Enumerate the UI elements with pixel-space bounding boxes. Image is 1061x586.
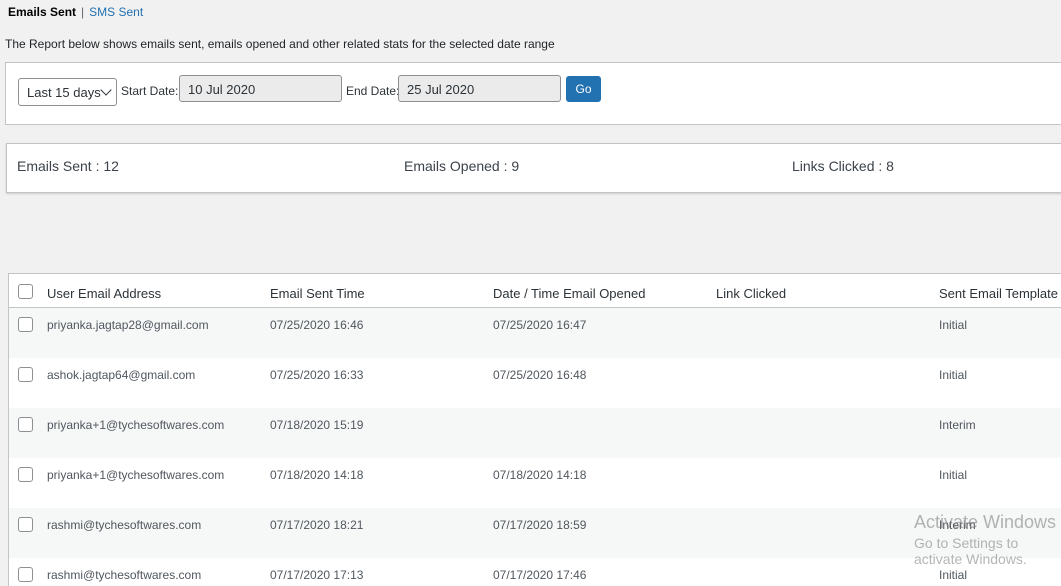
table-row: priyanka.jagtap28@gmail.com 07/25/2020 1… — [9, 308, 1061, 358]
table-row: rashmi@tychesoftwares.com 07/17/2020 17:… — [9, 558, 1061, 586]
row-checkbox[interactable] — [18, 567, 33, 582]
subnav-emails-sent[interactable]: Emails Sent — [8, 5, 76, 19]
date-range-selected: Last 15 days — [27, 85, 101, 100]
column-header-link-clicked[interactable]: Link Clicked — [716, 286, 786, 301]
cell-email: rashmi@tychesoftwares.com — [47, 518, 202, 532]
start-date-label: Start Date: — [121, 84, 179, 98]
row-checkbox[interactable] — [18, 317, 33, 332]
row-checkbox[interactable] — [18, 367, 33, 382]
stat-links-clicked: Links Clicked : 8 — [792, 158, 894, 174]
table-row: priyanka+1@tychesoftwares.com 07/18/2020… — [9, 458, 1061, 508]
end-date-input[interactable]: 25 Jul 2020 — [398, 75, 561, 102]
row-checkbox[interactable] — [18, 517, 33, 532]
cell-template: Initial — [939, 368, 968, 382]
cell-email: priyanka.jagtap28@gmail.com — [47, 318, 209, 332]
cell-email: priyanka+1@tychesoftwares.com — [47, 418, 225, 432]
table-row: priyanka+1@tychesoftwares.com 07/18/2020… — [9, 408, 1061, 458]
cell-template: Initial — [939, 318, 968, 332]
subnav-separator: | — [81, 5, 85, 19]
cell-template: Initial — [939, 468, 968, 482]
cell-opened-time: 07/17/2020 17:46 — [493, 568, 587, 582]
report-description: The Report below shows emails sent, emai… — [5, 37, 555, 51]
column-header-email[interactable]: User Email Address — [47, 286, 161, 301]
cell-sent-time: 07/18/2020 14:18 — [270, 468, 364, 482]
row-checkbox[interactable] — [18, 417, 33, 432]
row-checkbox[interactable] — [18, 467, 33, 482]
go-button[interactable]: Go — [566, 76, 601, 102]
chevron-down-icon — [100, 84, 112, 96]
table-row: ashok.jagtap64@gmail.com 07/25/2020 16:3… — [9, 358, 1061, 408]
date-range-select[interactable]: Last 15 days — [18, 78, 117, 106]
cell-opened-time: 07/25/2020 16:48 — [493, 368, 587, 382]
cell-email: rashmi@tychesoftwares.com — [47, 568, 202, 582]
column-header-opened-time[interactable]: Date / Time Email Opened — [493, 286, 645, 301]
email-report-table: User Email Address Email Sent Time Date … — [8, 273, 1061, 586]
cell-template: Interim — [939, 418, 976, 432]
subnav-sms-sent-link[interactable]: SMS Sent — [89, 5, 143, 19]
cell-template: Initial — [939, 568, 968, 582]
cell-opened-time: 07/17/2020 18:59 — [493, 518, 587, 532]
cell-sent-time: 07/17/2020 18:21 — [270, 518, 364, 532]
stats-panel: Emails Sent : 12 Emails Opened : 9 Links… — [6, 143, 1061, 193]
cell-opened-time: 07/25/2020 16:47 — [493, 318, 587, 332]
cell-sent-time: 07/17/2020 17:13 — [270, 568, 364, 582]
table-row: rashmi@tychesoftwares.com 07/17/2020 18:… — [9, 508, 1061, 558]
cell-opened-time: 07/18/2020 14:18 — [493, 468, 587, 482]
cell-email: priyanka+1@tychesoftwares.com — [47, 468, 225, 482]
stat-emails-sent: Emails Sent : 12 — [17, 158, 119, 174]
end-date-label: End Date: — [346, 84, 400, 98]
cell-template: Interim — [939, 518, 976, 532]
cell-sent-time: 07/25/2020 16:46 — [270, 318, 364, 332]
table-header: User Email Address Email Sent Time Date … — [9, 274, 1061, 308]
column-header-sent-time[interactable]: Email Sent Time — [270, 286, 365, 301]
column-header-template[interactable]: Sent Email Template — [939, 286, 1058, 301]
cell-sent-time: 07/18/2020 15:19 — [270, 418, 364, 432]
date-filter-panel: Last 15 days Start Date: 10 Jul 2020 End… — [5, 62, 1061, 125]
stat-emails-opened: Emails Opened : 9 — [404, 158, 520, 174]
start-date-input[interactable]: 10 Jul 2020 — [179, 75, 342, 102]
cell-sent-time: 07/25/2020 16:33 — [270, 368, 364, 382]
subnav: Emails Sent | SMS Sent — [8, 5, 143, 19]
cell-email: ashok.jagtap64@gmail.com — [47, 368, 196, 382]
select-all-checkbox[interactable] — [18, 284, 33, 299]
